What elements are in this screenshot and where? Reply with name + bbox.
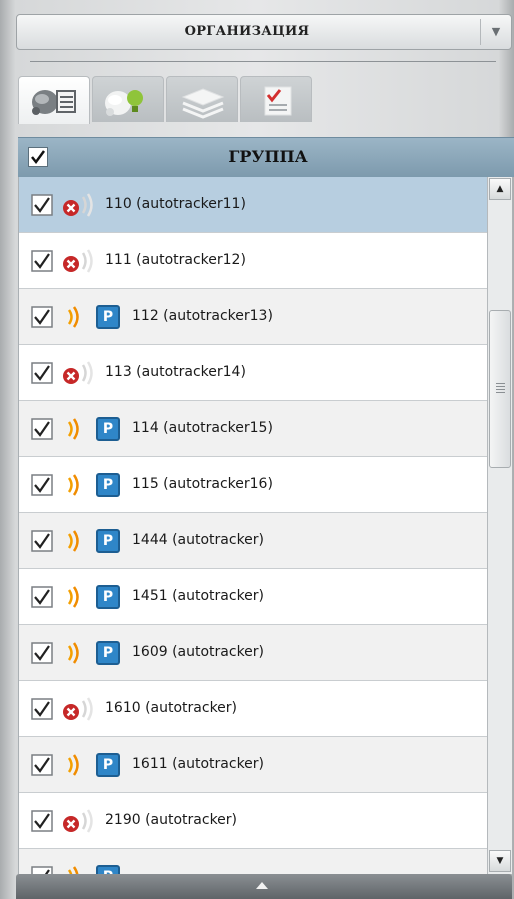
select-all-checkbox[interactable] — [28, 147, 48, 167]
scroll-up-icon[interactable]: ▲ — [489, 178, 511, 200]
unit-name: 1444 (autotracker) — [132, 532, 265, 548]
parking-icon: P — [96, 753, 120, 777]
checkbox-checked-icon[interactable] — [31, 418, 53, 440]
list-item[interactable]: P 114 (autotracker15) — [19, 401, 488, 457]
divider — [30, 61, 496, 62]
checkbox-checked-icon[interactable] — [31, 754, 53, 776]
list-item[interactable]: P 1444 (autotracker) — [19, 513, 488, 569]
unit-name: 114 (autotracker15) — [132, 420, 273, 436]
tab-layers[interactable] — [166, 76, 238, 122]
list-item[interactable]: 111 (autotracker12) — [19, 233, 488, 289]
connection-lost-icon — [63, 249, 93, 273]
parking-icon: P — [96, 641, 120, 665]
unit-panel: ОРГАНИЗАЦИЯ ▼ ГРУППА 110 (autotracker11)… — [0, 0, 514, 899]
panel-collapse-bar[interactable] — [16, 874, 512, 899]
signal-online-icon — [67, 418, 79, 440]
unit-name: 110 (autotracker11) — [105, 196, 246, 212]
scroll-down-icon[interactable]: ▼ — [489, 850, 511, 872]
signal-online-icon — [67, 474, 79, 496]
unit-name: 112 (autotracker13) — [132, 308, 273, 324]
parking-icon: P — [96, 585, 120, 609]
chevron-up-icon — [256, 882, 268, 889]
organization-dropdown[interactable]: ОРГАНИЗАЦИЯ ▼ — [16, 14, 512, 50]
group-column-title: ГРУППА — [228, 147, 308, 166]
checkbox-checked-icon[interactable] — [31, 866, 53, 874]
signal-online-icon — [67, 530, 79, 552]
list-item[interactable]: P — [19, 849, 488, 874]
list-item[interactable]: P 115 (autotracker16) — [19, 457, 488, 513]
parking-icon: P — [96, 529, 120, 553]
signal-online-icon — [67, 306, 79, 328]
parking-icon: P — [96, 865, 120, 874]
list-item[interactable]: 1610 (autotracker) — [19, 681, 488, 737]
checkbox-checked-icon[interactable] — [31, 586, 53, 608]
group-header: ГРУППА — [18, 137, 514, 177]
unit-name: 113 (autotracker14) — [105, 364, 246, 380]
unit-list: 110 (autotracker11) 111 (autotracker12) P 1… — [18, 177, 488, 874]
unit-name: 2190 (autotracker) — [105, 812, 238, 828]
checkbox-checked-icon[interactable] — [31, 474, 53, 496]
tab-units-list[interactable] — [18, 76, 90, 124]
checkbox-checked-icon[interactable] — [31, 306, 53, 328]
checkbox-checked-icon[interactable] — [31, 250, 53, 272]
checkbox-checked-icon[interactable] — [31, 194, 53, 216]
connection-lost-icon — [63, 809, 93, 833]
unit-name: 1451 (autotracker) — [132, 588, 265, 604]
layers-icon — [181, 88, 225, 119]
checkbox-checked-icon[interactable] — [31, 362, 53, 384]
unit-name: 1609 (autotracker) — [132, 644, 265, 660]
list-item[interactable]: 110 (autotracker11) — [19, 177, 488, 233]
checkbox-checked-icon[interactable] — [31, 530, 53, 552]
connection-lost-icon — [63, 697, 93, 721]
checklist-icon — [264, 86, 292, 116]
scroll-thumb[interactable] — [489, 310, 511, 468]
signal-online-icon — [67, 866, 79, 874]
list-item[interactable]: 2190 (autotracker) — [19, 793, 488, 849]
signal-online-icon — [67, 754, 79, 776]
tab-units-geofence[interactable] — [92, 76, 164, 122]
list-item[interactable]: 113 (autotracker14) — [19, 345, 488, 401]
unit-name: 115 (autotracker16) — [132, 476, 273, 492]
list-scrollbar[interactable]: ▲ ▼ — [487, 177, 512, 874]
unit-name: 1611 (autotracker) — [132, 756, 265, 772]
list-item[interactable]: P 1451 (autotracker) — [19, 569, 488, 625]
list-item[interactable]: P 1609 (autotracker) — [19, 625, 488, 681]
connection-lost-icon — [63, 361, 93, 385]
unit-name: 1610 (autotracker) — [105, 700, 238, 716]
tab-tasks[interactable] — [240, 76, 312, 122]
parking-icon: P — [96, 417, 120, 441]
parking-icon: P — [96, 305, 120, 329]
signal-online-icon — [67, 586, 79, 608]
parking-icon: P — [96, 473, 120, 497]
checkbox-checked-icon[interactable] — [31, 642, 53, 664]
checkbox-checked-icon[interactable] — [31, 698, 53, 720]
list-item[interactable]: P 1611 (autotracker) — [19, 737, 488, 793]
grip-icon — [496, 383, 505, 395]
unit-name: 111 (autotracker12) — [105, 252, 246, 268]
organization-label: ОРГАНИЗАЦИЯ — [184, 24, 310, 39]
connection-lost-icon — [63, 193, 93, 217]
units-bulb-icon — [105, 90, 143, 116]
checkbox-checked-icon[interactable] — [31, 810, 53, 832]
check-icon — [31, 150, 46, 165]
units-list-icon — [32, 90, 76, 115]
chevron-down-icon[interactable]: ▼ — [480, 19, 511, 45]
signal-online-icon — [67, 642, 79, 664]
list-item[interactable]: P 112 (autotracker13) — [19, 289, 488, 345]
